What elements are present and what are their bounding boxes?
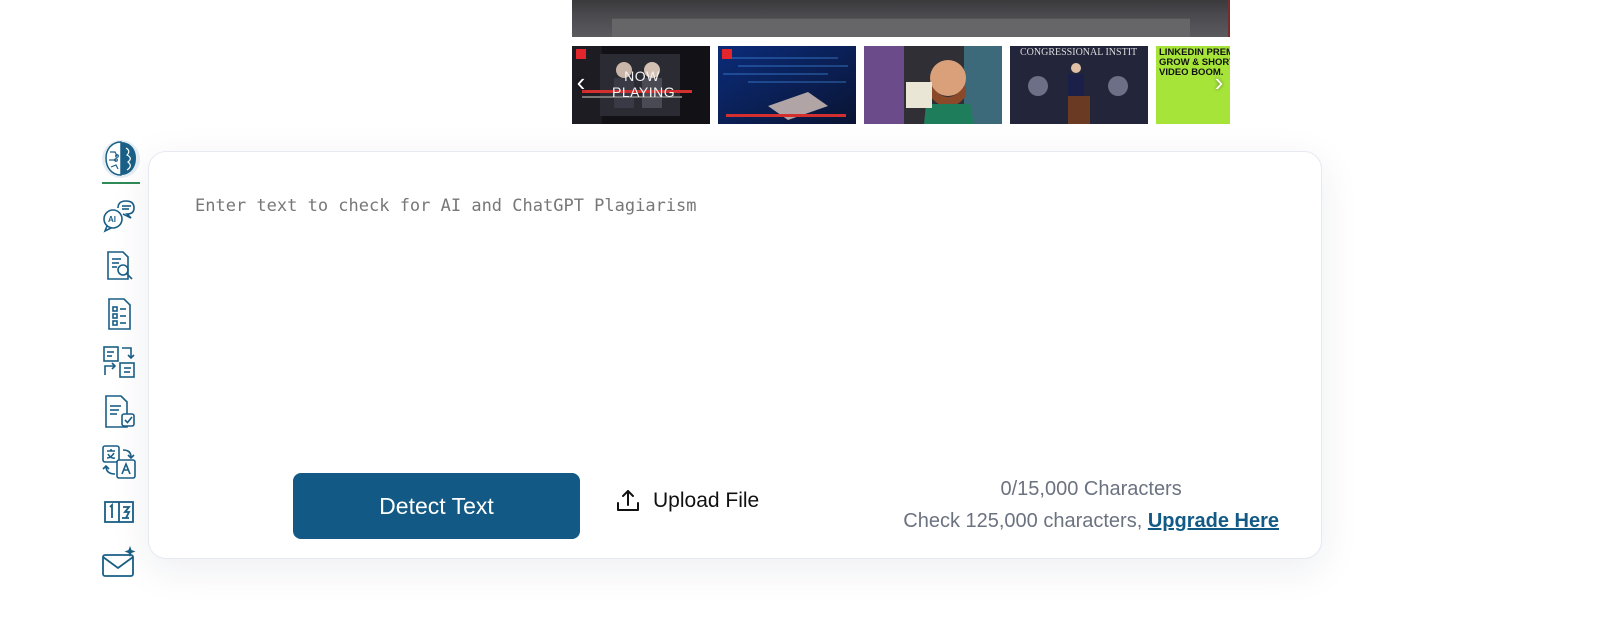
upgrade-link[interactable]: Upgrade Here — [1148, 510, 1279, 532]
now-playing-label: NOW PLAYING — [612, 68, 676, 100]
playlist-next-arrow-icon[interactable]: › — [1208, 62, 1230, 102]
video-playlist: NOW PLAYING CONGRESSIONAL INSTIT LINKEDI… — [572, 46, 1230, 125]
playlist-prev-arrow-icon[interactable]: ‹ — [570, 62, 592, 102]
document-check-icon[interactable] — [101, 394, 137, 430]
upsell-text: Check 125,000 characters, — [903, 510, 1143, 532]
thumb-congressional-stage[interactable]: CONGRESSIONAL INSTIT — [1010, 46, 1148, 124]
thumb-now-playing[interactable]: NOW PLAYING — [572, 46, 710, 124]
brain-logo-icon[interactable] — [102, 138, 140, 184]
thumb-stage-caption: CONGRESSIONAL INSTIT — [1020, 47, 1138, 58]
ai-detector-card: Detect Text Upload File 0/15,000 Charact… — [148, 151, 1322, 559]
upload-file-label: Upload File — [653, 489, 760, 512]
mail-sparkle-icon[interactable] — [101, 544, 137, 580]
thumb-bearded-man[interactable] — [864, 46, 1002, 124]
thumb-hacker-image — [718, 46, 856, 124]
character-counter: 0/15,000 Characters Check 125,000 charac… — [903, 475, 1279, 539]
checklist-document-icon[interactable] — [101, 296, 137, 332]
upload-file-button[interactable]: Upload File — [615, 488, 759, 514]
video-player[interactable] — [572, 0, 1230, 37]
video-scene — [612, 18, 1190, 37]
character-count: 0/15,000 Characters — [1000, 478, 1182, 500]
thumb-hacker-keyboard[interactable] — [718, 46, 856, 124]
rewrite-tool-icon[interactable] — [101, 344, 137, 380]
upsell-line: Check 125,000 characters, Upgrade Here — [903, 503, 1279, 539]
svg-text:AI: AI — [108, 215, 116, 224]
ai-chat-icon[interactable]: AI — [101, 198, 137, 234]
thumb-bearded-image — [864, 46, 1002, 124]
video-frame-edge — [1228, 0, 1230, 37]
detect-text-button[interactable]: Detect Text — [293, 473, 580, 539]
translate-icon[interactable] — [101, 444, 137, 480]
upload-icon — [617, 490, 639, 511]
text-input[interactable] — [193, 194, 1277, 448]
word-counter-icon[interactable] — [101, 494, 137, 530]
document-search-icon[interactable] — [101, 248, 137, 284]
